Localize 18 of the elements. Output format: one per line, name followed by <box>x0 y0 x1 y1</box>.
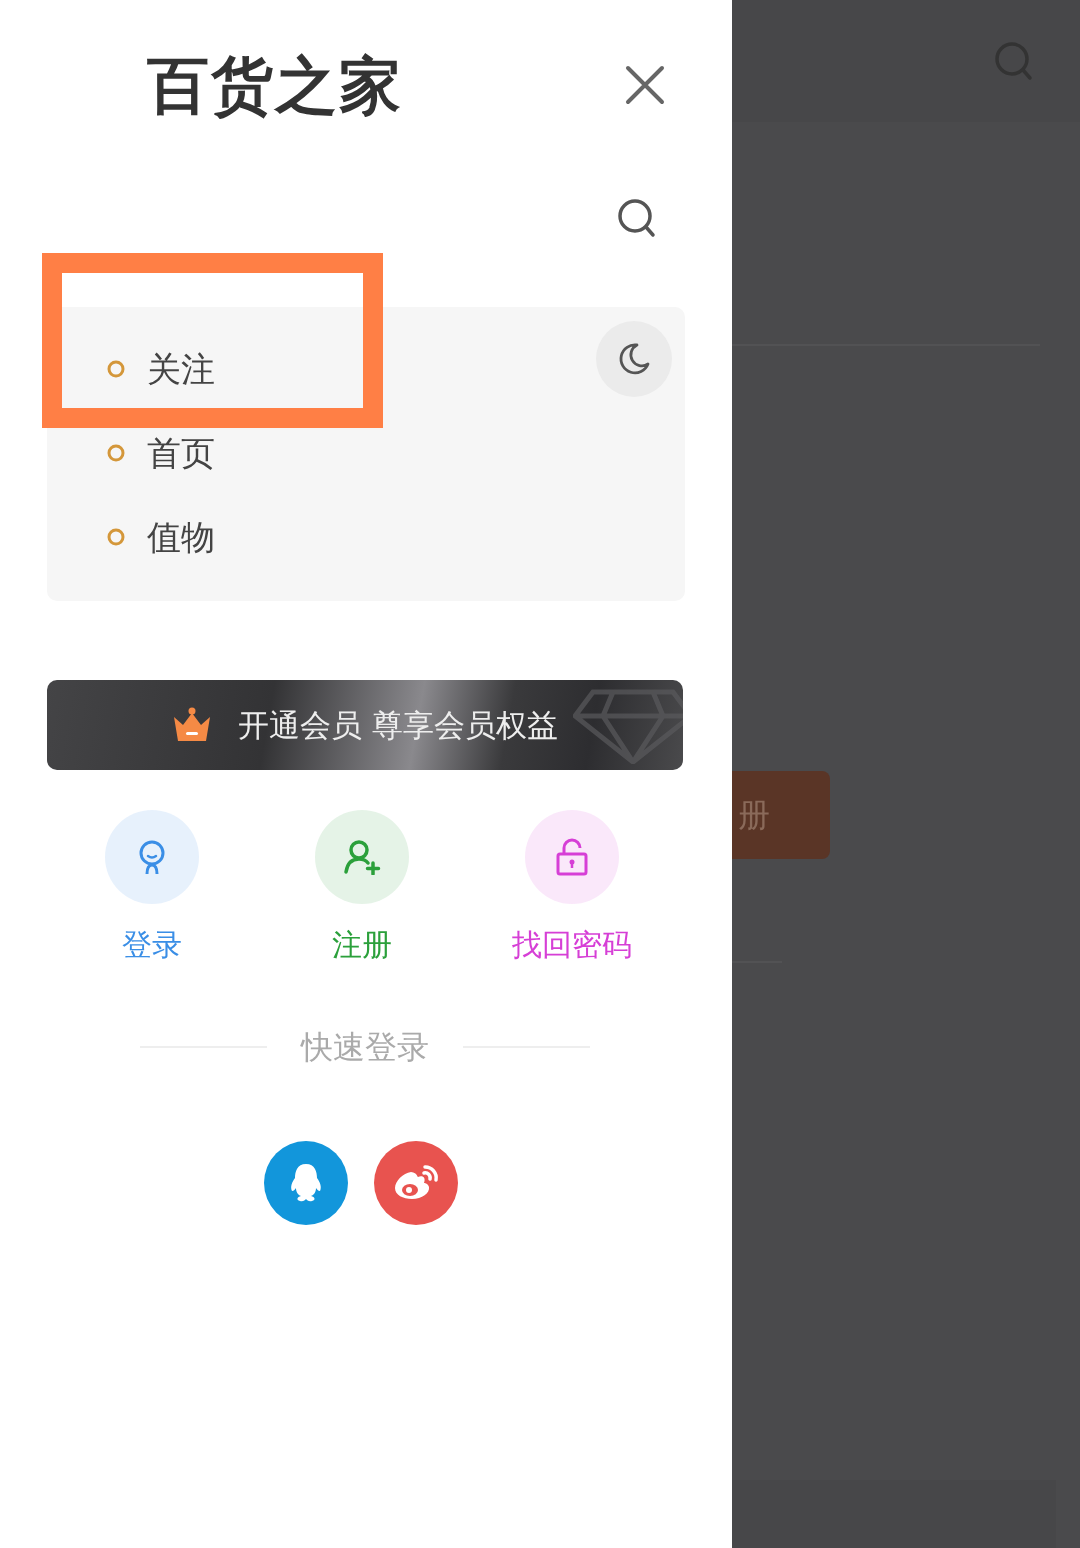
moon-icon <box>617 342 651 376</box>
add-user-icon <box>343 839 381 875</box>
bullet-icon <box>107 444 125 462</box>
bullet-icon <box>107 528 125 546</box>
diamond-icon <box>573 688 683 764</box>
site-logo: 百货之家 <box>147 47 403 124</box>
menu-link[interactable]: 首页 <box>147 427 215 479</box>
quick-login-title: 快速登录 <box>301 1027 429 1068</box>
menu-link[interactable]: 关注 <box>147 343 215 395</box>
vip-banner-text: 开通会员 尊享会员权益 <box>238 705 558 745</box>
menu-link[interactable]: 值物 <box>147 511 215 563</box>
search-button[interactable] <box>617 198 657 238</box>
close-button[interactable] <box>625 65 665 105</box>
vip-banner[interactable]: 开通会员 尊享会员权益 <box>47 680 683 770</box>
crown-icon <box>172 707 213 743</box>
unlocked-padlock-icon <box>555 838 589 876</box>
bullet-icon <box>107 360 125 378</box>
action-link[interactable]: 找回密码 <box>512 922 632 967</box>
